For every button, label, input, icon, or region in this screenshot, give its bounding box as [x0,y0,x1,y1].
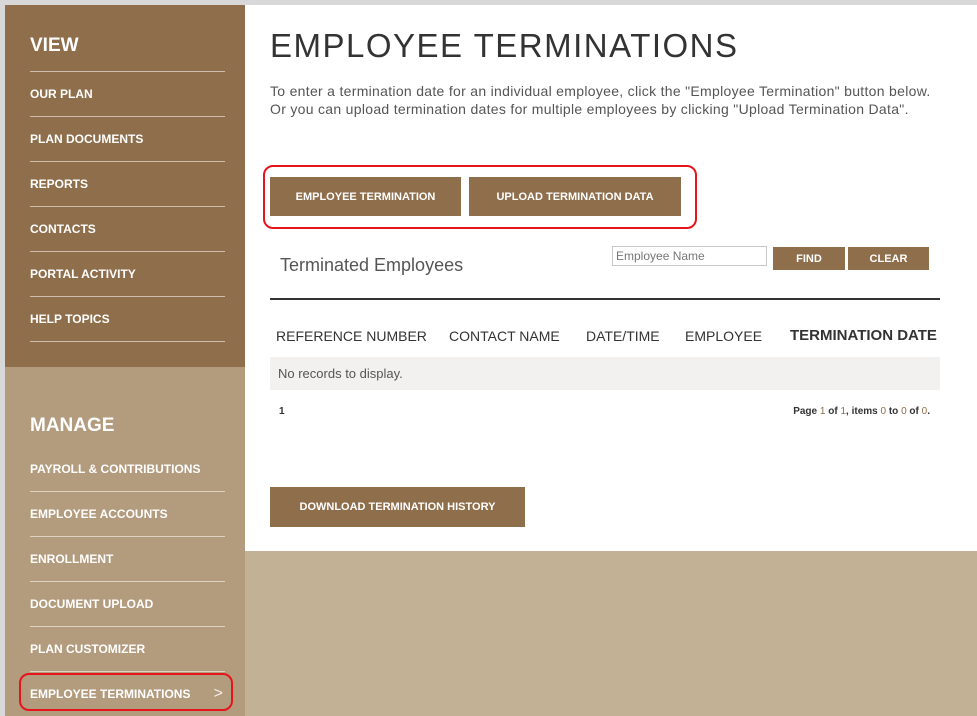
sidebar-item-portal-activity[interactable]: PORTAL ACTIVITY [30,251,225,296]
sidebar-item-our-plan[interactable]: OUR PLAN [30,71,225,116]
sidebar-item-document-upload[interactable]: DOCUMENT UPLOAD [30,581,225,626]
pager-word: . [927,406,930,417]
clear-button[interactable]: CLEAR [848,247,929,270]
sidebar-item-plan-documents[interactable]: PLAN DOCUMENTS [30,116,225,161]
sidebar-manage-section: MANAGE PAYROLL & CONTRIBUTIONS EMPLOYEE … [5,367,245,716]
column-header-employee[interactable]: EMPLOYEE [685,328,762,344]
employee-name-search-input[interactable] [612,246,767,266]
grid-title: Terminated Employees [280,255,464,275]
sidebar-item-reports[interactable]: REPORTS [30,161,225,206]
column-header-reference-number[interactable]: REFERENCE NUMBER [276,328,427,344]
sidebar-item-contacts[interactable]: CONTACTS [30,206,225,251]
employee-termination-button[interactable]: EMPLOYEE TERMINATION [270,177,461,216]
sidebar-item-employee-accounts[interactable]: EMPLOYEE ACCOUNTS [30,491,225,536]
upload-termination-data-button[interactable]: UPLOAD TERMINATION DATA [469,177,681,216]
sidebar-view-heading: VIEW [30,35,79,56]
no-records-row: No records to display. [270,357,940,390]
pager-word: Page [793,406,818,417]
grid-divider [270,298,940,300]
pager-page-number[interactable]: 1 [279,406,285,417]
column-header-contact-name[interactable]: CONTACT NAME [449,328,560,344]
pager-value: 0 [901,406,907,417]
sidebar-item-help-topics[interactable]: HELP TOPICS [30,296,225,342]
find-button[interactable]: FIND [773,247,845,270]
download-termination-history-button[interactable]: DOWNLOAD TERMINATION HISTORY [270,487,525,527]
main-content: EMPLOYEE TERMINATIONS To enter a termina… [245,5,977,551]
pager-value: 0 [880,406,887,417]
pager-value: 1 [819,406,826,417]
sidebar-item-payroll-contributions[interactable]: PAYROLL & CONTRIBUTIONS [30,447,225,491]
pager-word: of [828,406,838,417]
page-title: EMPLOYEE TERMINATIONS [270,27,739,64]
sidebar-manage-heading: MANAGE [30,415,115,436]
sidebar-view-section: VIEW OUR PLAN PLAN DOCUMENTS REPORTS CON… [5,5,245,367]
pager-word: of [909,406,919,417]
pager-info: Page 1 of 1, items 0 to 0 of 0. [793,406,930,417]
sidebar-view-list: OUR PLAN PLAN DOCUMENTS REPORTS CONTACTS… [30,71,225,342]
column-header-termination-date[interactable]: TERMINATION DATE [790,327,937,344]
intro-text: To enter a termination date for an indiv… [270,83,931,117]
sidebar-item-plan-customizer[interactable]: PLAN CUSTOMIZER [30,626,225,671]
active-item-highlight [19,673,233,711]
sidebar-item-enrollment[interactable]: ENROLLMENT [30,536,225,581]
no-records-text: No records to display. [278,366,403,381]
pager-value: 1 [840,406,847,417]
pager-word: items [851,406,878,417]
column-header-date-time[interactable]: DATE/TIME [586,328,660,344]
pager-word: to [888,406,899,417]
